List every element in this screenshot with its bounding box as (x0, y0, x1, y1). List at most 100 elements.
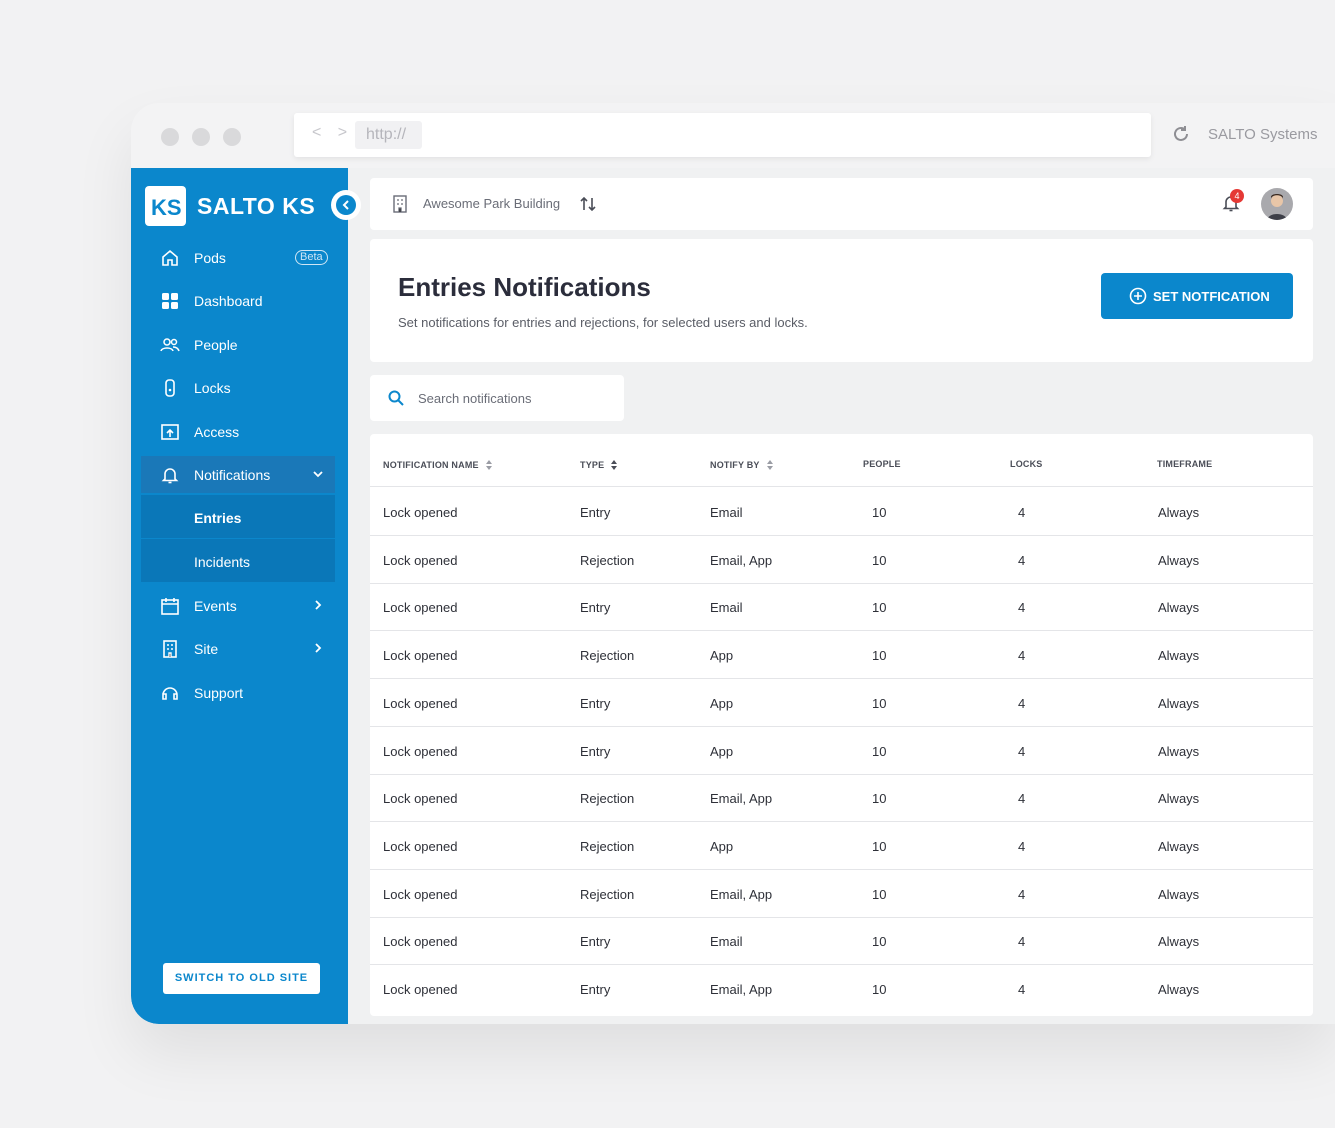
sort-icon (611, 460, 618, 470)
chevron-down-icon (313, 471, 323, 478)
calendar-icon (161, 598, 179, 615)
column-header-timeframe: TIMEFRAME (1157, 459, 1213, 469)
table-row[interactable]: Lock opened Rejection Email, App 10 4 Always (370, 774, 1313, 823)
dashboard-icon (162, 293, 178, 309)
sidebar-item-dashboard[interactable]: Dashboard (141, 282, 335, 319)
cell-people: 10 (872, 695, 887, 711)
table-row[interactable]: Lock opened Entry Email 10 4 Always (370, 488, 1313, 536)
cell-timeframe: Always (1158, 552, 1200, 568)
sidebar-subitem-incidents[interactable]: Incidents (141, 539, 335, 582)
cell-locks: 4 (1018, 743, 1026, 759)
sidebar-subitem-entries[interactable]: Entries (141, 495, 335, 538)
cell-type: Entry (580, 505, 611, 520)
table-row[interactable]: Lock opened Entry Email 10 4 Always (370, 583, 1313, 632)
cell-timeframe: Always (1158, 934, 1200, 950)
sort-icon (766, 460, 773, 470)
table-row[interactable]: Lock opened Entry Email, App 10 4 Always (370, 965, 1313, 1013)
column-header-type[interactable]: TYPE (580, 459, 618, 471)
browser-chrome: < > http:// SALTO Systems (131, 103, 1335, 168)
collapse-sidebar-button[interactable] (331, 190, 361, 220)
sidebar-subitem-label: Incidents (194, 554, 251, 570)
cell-type: Rejection (580, 552, 635, 568)
sidebar-subitem-label: Entries (194, 510, 242, 526)
switch-to-old-site-button[interactable]: SWITCH TO OLD SITE (163, 963, 320, 994)
cell-locks: 4 (1018, 600, 1026, 616)
window-close-dot[interactable] (161, 128, 179, 146)
cell-timeframe: Always (1158, 791, 1200, 807)
column-header-notification-name[interactable]: NOTIFICATION NAME (383, 459, 493, 471)
bell-icon (161, 468, 179, 484)
table-header: NOTIFICATION NAME TYPE NOTIFY BY PEOPLE … (370, 434, 1313, 487)
access-icon (161, 424, 179, 440)
table-row[interactable]: Lock opened Rejection App 10 4 Always (370, 822, 1313, 870)
cell-timeframe: Always (1158, 886, 1200, 902)
sidebar-item-label: Locks (194, 380, 231, 396)
cell-people: 10 (872, 982, 887, 997)
avatar[interactable] (1261, 188, 1293, 220)
page-subtitle: Set notifications for entries and reject… (398, 315, 808, 330)
support-icon (162, 687, 178, 700)
window-maximize-dot[interactable] (223, 128, 241, 146)
cell-timeframe: Always (1158, 600, 1200, 616)
sidebar-item-access[interactable]: Access (141, 413, 335, 450)
table-row[interactable]: Lock opened Entry App 10 4 Always (370, 727, 1313, 775)
cell-people: 10 (872, 838, 887, 854)
sidebar-item-notifications[interactable]: Notifications (141, 456, 335, 493)
cell-timeframe: Always (1158, 743, 1200, 759)
table-row[interactable]: Lock opened Rejection App 10 4 Always (370, 631, 1313, 680)
sidebar-item-people[interactable]: People (141, 326, 335, 363)
cell-type: Entry (580, 695, 611, 711)
set-notification-label: SET NOTFICATION (1153, 289, 1270, 304)
sidebar: KS SALTO KS Pods Beta Dashboard People L… (131, 168, 361, 1024)
sort-icon (485, 460, 492, 470)
search-icon (388, 390, 404, 406)
address-bar[interactable]: < > http:// (294, 113, 1151, 157)
cell-type: Rejection (580, 886, 635, 902)
sidebar-item-pods[interactable]: Pods Beta (141, 239, 335, 276)
table-row[interactable]: Lock opened Rejection Email, App 10 4 Always (370, 536, 1313, 584)
svg-text:KS: KS (151, 195, 182, 220)
column-header-locks: LOCKS (1010, 459, 1043, 469)
reload-icon[interactable] (1171, 124, 1191, 144)
sidebar-item-site[interactable]: Site (141, 630, 335, 667)
column-header-notify-by[interactable]: NOTIFY BY (710, 459, 774, 471)
cell-locks: 4 (1018, 886, 1026, 902)
page-title: Entries Notifications (398, 272, 651, 302)
cell-people: 10 (872, 886, 887, 902)
sidebar-item-label: Access (194, 424, 240, 440)
url-text[interactable]: http:// (355, 121, 422, 149)
cell-locks: 4 (1018, 982, 1026, 997)
building-selector-label[interactable]: Awesome Park Building (423, 196, 560, 211)
cell-locks: 4 (1018, 791, 1026, 807)
table-row[interactable]: Lock opened Entry Email 10 4 Always (370, 917, 1313, 966)
table-row[interactable]: Lock opened Entry App 10 4 Always (370, 679, 1313, 727)
swap-vertical-icon[interactable] (579, 195, 597, 213)
cell-notify-by: Email (710, 600, 743, 616)
logo-icon: KS (145, 186, 186, 226)
sidebar-item-label: Pods (194, 250, 226, 266)
cell-notification-name: Lock opened (383, 982, 458, 997)
window-minimize-dot[interactable] (192, 128, 210, 146)
sidebar-item-events[interactable]: Events (141, 587, 335, 624)
cell-locks: 4 (1018, 648, 1026, 664)
back-forward-icon[interactable]: < > (312, 124, 353, 142)
page-header: Entries Notifications Set notifications … (370, 239, 1313, 362)
notifications-table: NOTIFICATION NAME TYPE NOTIFY BY PEOPLE … (370, 434, 1313, 1016)
cell-notification-name: Lock opened (383, 886, 458, 902)
search-input[interactable] (418, 387, 608, 409)
table-row[interactable]: Lock opened Rejection Email, App 10 4 Always (370, 870, 1313, 918)
sidebar-item-locks[interactable]: Locks (141, 369, 335, 406)
topbar: Awesome Park Building 4 (370, 178, 1313, 230)
cell-notify-by: App (710, 743, 734, 759)
cell-type: Entry (580, 982, 611, 997)
logo-text: SALTO KS (197, 193, 316, 219)
people-icon (160, 338, 180, 352)
sidebar-item-support[interactable]: Support (141, 674, 335, 711)
cell-people: 10 (872, 791, 887, 807)
sidebar-item-label: People (194, 337, 238, 353)
add-circle-icon (1129, 287, 1147, 305)
cell-notify-by: App (710, 838, 734, 854)
set-notification-button[interactable]: SET NOTFICATION (1101, 273, 1293, 319)
cell-type: Rejection (580, 838, 635, 854)
cell-notify-by: App (710, 648, 734, 664)
